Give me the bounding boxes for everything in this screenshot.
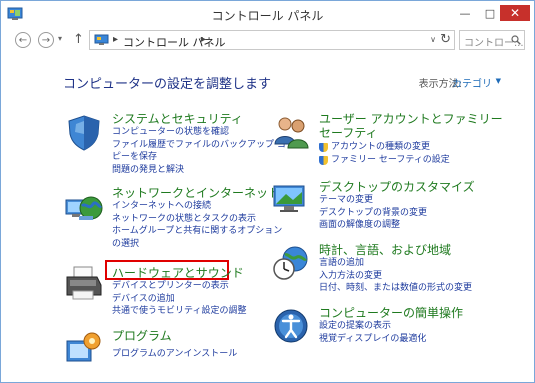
category-links: 設定の提案の表示 視覚ディスプレイの最適化 (319, 320, 426, 345)
category-links: 言語の追加 入力方法の変更 日付、時刻、または数値の形式の変更 (319, 257, 472, 295)
link-check-status[interactable]: コンピューターの状態を確認 (112, 126, 286, 139)
view-by-dropdown[interactable]: カテゴリ (452, 75, 492, 90)
link-file-history-cont[interactable]: ピーを保存 (112, 151, 286, 164)
category-links: プログラムのアンインストール (112, 348, 237, 361)
link-uninstall-program[interactable]: プログラムのアンインストール (112, 348, 237, 361)
category-title-line2[interactable]: セーフティ (319, 126, 378, 140)
search-icon[interactable] (511, 35, 521, 45)
ease-of-access-icon[interactable] (271, 306, 311, 346)
category-title[interactable]: システムとセキュリティ (112, 112, 243, 126)
category-links: インターネットへの接続 ネットワークの状態とタスクの表示 ホームグループと共有に… (112, 200, 282, 250)
category-network-internet: ネットワークとインターネット インターネットへの接続 ネットワークの状態とタスク… (64, 186, 282, 256)
category-title-line1[interactable]: ユーザー アカウントとファミリー (319, 112, 503, 126)
category-title[interactable]: コンピューターの簡単操作 (319, 306, 463, 320)
category-links: コンピューターの状態を確認 ファイル履歴でファイルのバックアップ コ ピーを保存… (112, 126, 286, 176)
category-title[interactable]: ネットワークとインターネット (112, 186, 280, 200)
maximize-button[interactable]: □ (479, 5, 501, 21)
users-icon[interactable] (271, 112, 311, 152)
main-content: コンピューターの設定を調整します 表示方法: カテゴリ ▼ システムとセキュリテ… (1, 53, 534, 382)
minimize-button[interactable]: — (454, 5, 476, 21)
printer-icon[interactable] (64, 263, 104, 303)
link-date-time-format[interactable]: 日付、時刻、または数値の形式の変更 (319, 282, 472, 295)
category-links: アカウントの種類の変更 ファミリー セーフティの設定 (319, 141, 450, 166)
up-button[interactable]: ↑ (73, 32, 84, 47)
address-bar[interactable]: ▸ コントロール パネル ▸ ∨ ↻ (89, 30, 455, 50)
link-mobility-settings[interactable]: 共通で使うモビリティ設定の調整 (112, 305, 246, 318)
link-optimize-display[interactable]: 視覚ディスプレイの最適化 (319, 333, 426, 346)
category-ease-of-access: コンピューターの簡単操作 設定の提案の表示 視覚ディスプレイの最適化 (271, 306, 501, 356)
category-links: テーマの変更 デスクトップの背景の変更 画面の解像度の調整 (319, 194, 427, 232)
category-links: デバイスとプリンターの表示 デバイスの追加 共通で使うモビリティ設定の調整 (112, 280, 246, 318)
link-file-history[interactable]: ファイル履歴でファイルのバックアップ コ (112, 139, 286, 152)
control-panel-icon (94, 34, 109, 45)
navigation-bar: ← → ▾ ↑ ▸ コントロール パネル ▸ ∨ ↻ コントロー... (1, 29, 534, 53)
link-change-input-method[interactable]: 入力方法の変更 (319, 270, 472, 283)
link-homegroup[interactable]: ホームグループと共有に関するオプション (112, 225, 282, 238)
link-change-background[interactable]: デスクトップの背景の変更 (319, 207, 427, 220)
breadcrumb-separator[interactable]: ▸ (201, 34, 206, 45)
link-add-device[interactable]: デバイスの追加 (112, 293, 246, 306)
link-connect-internet[interactable]: インターネットへの接続 (112, 200, 282, 213)
link-network-status[interactable]: ネットワークの状態とタスクの表示 (112, 213, 282, 226)
link-troubleshoot[interactable]: 問題の発見と解決 (112, 164, 286, 177)
link-devices-printers[interactable]: デバイスとプリンターの表示 (112, 280, 246, 293)
category-user-accounts: ユーザー アカウントとファミリー セーフティ アカウントの種類の変更 ファミリー… (271, 112, 503, 182)
link-add-language[interactable]: 言語の追加 (319, 257, 472, 270)
forward-button[interactable]: → (38, 32, 54, 48)
back-button[interactable]: ← (15, 32, 31, 48)
category-title-hardware-sound[interactable]: ハードウェアとサウンド (112, 264, 244, 281)
link-screen-resolution[interactable]: 画面の解像度の調整 (319, 219, 427, 232)
highlight-box: ハードウェアとサウンド (105, 260, 244, 280)
desktop-icon[interactable] (271, 180, 311, 220)
breadcrumb-separator[interactable]: ▸ (113, 34, 118, 45)
category-title[interactable]: ユーザー アカウントとファミリー セーフティ (319, 112, 503, 140)
clock-globe-icon[interactable] (271, 243, 311, 283)
breadcrumb-control-panel[interactable]: コントロール パネル (123, 34, 226, 50)
page-title: コンピューターの設定を調整します (63, 77, 272, 92)
programs-icon[interactable] (64, 329, 104, 369)
link-change-theme[interactable]: テーマの変更 (319, 194, 427, 207)
link-family-safety[interactable]: ファミリー セーフティの設定 (319, 154, 450, 167)
title-bar: コントロール パネル — □ ✕ (1, 1, 534, 29)
close-button[interactable]: ✕ (500, 5, 530, 21)
category-title[interactable]: プログラム (112, 329, 172, 343)
view-by-chevron-down-icon[interactable]: ▼ (496, 77, 501, 85)
link-settings-suggestions[interactable]: 設定の提案の表示 (319, 320, 426, 333)
link-homegroup-cont[interactable]: の選択 (112, 238, 282, 251)
category-clock-language-region: 時計、言語、および地域 言語の追加 入力方法の変更 日付、時刻、または数値の形式… (271, 243, 501, 303)
control-panel-window: コントロール パネル — □ ✕ ← → ▾ ↑ ▸ コントロール パネル ▸ … (0, 0, 535, 383)
network-globe-icon[interactable] (64, 186, 104, 226)
recent-locations-chevron-icon[interactable]: ▾ (58, 34, 62, 43)
refresh-icon[interactable]: ↻ (440, 32, 451, 47)
category-programs: プログラム プログラムのアンインストール (64, 329, 264, 369)
shield-icon[interactable] (64, 112, 104, 152)
category-system-security: システムとセキュリティ コンピューターの状態を確認 ファイル履歴でファイルのバッ… (64, 112, 286, 182)
link-change-account-type[interactable]: アカウントの種類の変更 (319, 141, 450, 154)
search-input[interactable]: コントロー... (459, 30, 525, 50)
category-appearance: デスクトップのカスタマイズ テーマの変更 デスクトップの背景の変更 画面の解像度… (271, 180, 501, 240)
category-title[interactable]: デスクトップのカスタマイズ (319, 180, 475, 194)
category-title[interactable]: 時計、言語、および地域 (319, 243, 451, 257)
address-dropdown-icon[interactable]: ∨ (430, 35, 436, 44)
